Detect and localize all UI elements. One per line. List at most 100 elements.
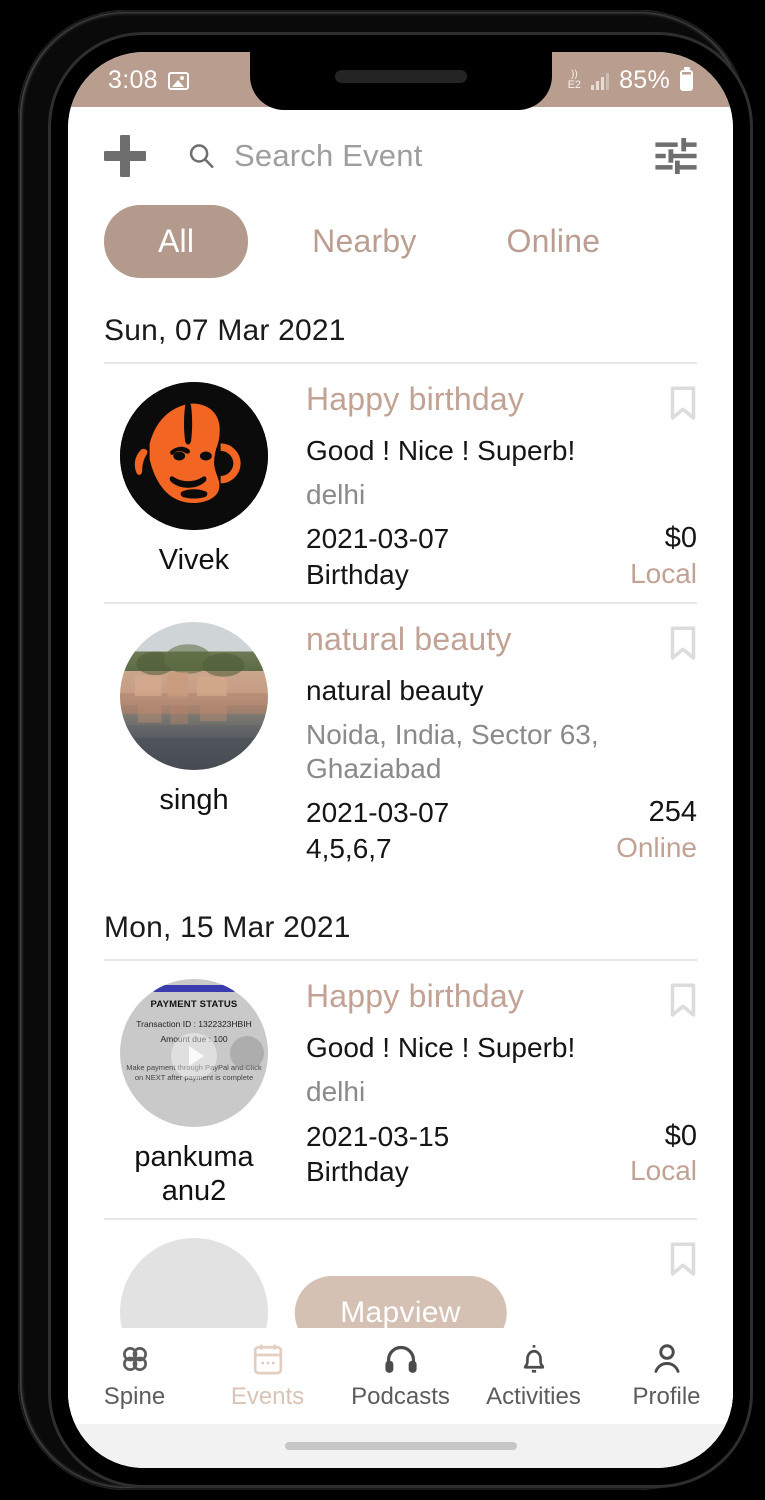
plus-icon[interactable] xyxy=(104,135,146,177)
event-title-row xyxy=(306,1238,697,1278)
event-date-price-row: 2021-03-15 $0 xyxy=(306,1120,697,1154)
payment-heading: PAYMENT STATUS xyxy=(150,999,238,1011)
event-date: 2021-03-07 xyxy=(306,797,450,829)
home-indicator-area xyxy=(68,1424,733,1468)
bookmark-icon[interactable] xyxy=(669,386,697,422)
phone-frame: 3:08 )) E2 85% Search Event All Nearby O… xyxy=(18,10,753,1490)
calendar-icon xyxy=(253,1342,283,1376)
nav-label-podcasts: Podcasts xyxy=(351,1382,450,1410)
tab-all[interactable]: All xyxy=(104,205,249,278)
event-location: Noida, India, Sector 63, Ghaziabad xyxy=(306,718,599,784)
event-price: $0 xyxy=(664,1119,697,1152)
event-card[interactable]: singh natural beauty natural beauty Noid… xyxy=(68,604,733,876)
network-label: E2 xyxy=(567,79,582,91)
event-description: Good ! Nice ! Superb! xyxy=(306,435,576,466)
filter-tabs: All Nearby Online xyxy=(68,199,733,278)
event-mode: Online xyxy=(616,831,697,863)
event-owner: singh xyxy=(159,783,229,816)
nav-item-spine[interactable]: Spine xyxy=(68,1342,201,1411)
status-bar-right: )) E2 85% xyxy=(568,66,693,95)
headphones-icon xyxy=(384,1342,418,1376)
event-category-mode-row: Birthday Local xyxy=(306,558,697,592)
event-title-row: Happy birthday xyxy=(306,979,697,1019)
event-mode: Local xyxy=(630,557,697,589)
event-location: delhi xyxy=(306,1076,366,1108)
image-icon xyxy=(167,71,189,90)
event-category: Birthday xyxy=(306,558,409,590)
signal-bars-icon xyxy=(591,72,610,90)
nav-item-events[interactable]: Events xyxy=(201,1342,334,1411)
event-date-price-row: 2021-03-07 $0 xyxy=(306,522,697,556)
event-mode: Local xyxy=(630,1155,697,1187)
spine-clover-icon xyxy=(118,1342,152,1376)
event-category: 4,5,6,7 xyxy=(306,832,392,864)
avatar: PAYMENT STATUS Transaction ID : 1322323H… xyxy=(120,979,268,1128)
event-location: delhi xyxy=(306,479,366,511)
status-time: 3:08 xyxy=(108,66,158,94)
person-icon xyxy=(652,1342,682,1376)
event-card[interactable]: PAYMENT STATUS Transaction ID : 1322323H… xyxy=(68,961,733,1218)
network-icon: )) E2 xyxy=(567,69,582,91)
nav-item-profile[interactable]: Profile xyxy=(600,1342,733,1411)
hanuman-illustration-icon xyxy=(120,382,268,530)
search-icon xyxy=(189,144,214,169)
nav-item-podcasts[interactable]: Podcasts xyxy=(334,1342,467,1411)
event-title: Happy birthday xyxy=(306,978,525,1015)
tab-nearby[interactable]: Nearby xyxy=(312,205,416,278)
avatar xyxy=(120,621,268,770)
event-owner: Vivek xyxy=(158,544,230,576)
landscape-photo-icon xyxy=(120,643,268,770)
event-date-price-row: 2021-03-07 254 xyxy=(306,796,697,830)
search-input[interactable]: Search Event xyxy=(234,138,423,174)
status-bar-left: 3:08 xyxy=(108,66,189,95)
date-header: Mon, 15 Mar 2021 xyxy=(104,911,351,945)
battery-percent: 85% xyxy=(619,66,670,94)
bell-icon xyxy=(520,1342,548,1376)
event-title-row: Happy birthday xyxy=(306,381,697,422)
event-details: Happy birthday Good ! Nice ! Superb! del… xyxy=(306,381,697,592)
payment-transaction: Transaction ID : 1322323HBIH xyxy=(136,1019,252,1030)
video-scrub-handle[interactable] xyxy=(230,1036,264,1071)
nav-label-spine: Spine xyxy=(103,1382,166,1410)
event-card[interactable]: Vivek Happy birthday Good ! Nice ! Super… xyxy=(68,364,733,602)
nav-label-activities: Activities xyxy=(486,1382,581,1410)
phone-screen: 3:08 )) E2 85% Search Event All Nearby O… xyxy=(68,52,733,1468)
bookmark-icon[interactable] xyxy=(669,626,697,662)
filter-icon[interactable] xyxy=(655,138,697,174)
nav-item-activities[interactable]: Activities xyxy=(467,1342,600,1411)
event-owner-block: singh xyxy=(104,621,284,866)
event-description: Good ! Nice ! Superb! xyxy=(306,1032,576,1064)
bookmark-icon[interactable] xyxy=(669,983,697,1019)
event-date: 2021-03-15 xyxy=(306,1120,450,1152)
event-title: natural beauty xyxy=(306,620,512,657)
event-category: Birthday xyxy=(306,1156,409,1188)
event-owner-block: Vivek xyxy=(104,382,284,592)
event-owner: pankuma anu2 xyxy=(134,1141,254,1207)
speaker-grille xyxy=(334,70,467,83)
event-description: natural beauty xyxy=(306,674,484,706)
tab-online[interactable]: Online xyxy=(507,205,601,278)
nav-label-profile: Profile xyxy=(632,1382,701,1410)
date-header: Sun, 07 Mar 2021 xyxy=(104,314,346,347)
bookmark-icon[interactable] xyxy=(669,1242,697,1278)
event-title-row: natural beauty xyxy=(306,620,697,662)
event-price: 254 xyxy=(648,796,697,829)
event-category-mode-row: Birthday Local xyxy=(306,1155,697,1189)
search-bar[interactable]: Search Event xyxy=(186,138,655,174)
play-icon[interactable] xyxy=(171,1033,217,1080)
event-details: natural beauty natural beauty Noida, Ind… xyxy=(306,620,697,866)
event-price: $0 xyxy=(664,522,697,555)
avatar xyxy=(120,382,268,530)
bottom-navigation: Spine Events Podcasts Activities Profile xyxy=(68,1328,733,1424)
battery-icon xyxy=(680,70,693,91)
event-owner-block: PAYMENT STATUS Transaction ID : 1322323H… xyxy=(104,979,284,1208)
notch xyxy=(249,52,552,110)
event-details: Happy birthday Good ! Nice ! Superb! del… xyxy=(306,979,697,1208)
payment-progress-bar xyxy=(152,985,236,993)
event-category-mode-row: 4,5,6,7 Online xyxy=(306,832,697,866)
home-indicator[interactable] xyxy=(284,1442,517,1450)
top-bar: Search Event xyxy=(68,107,733,199)
event-date: 2021-03-07 xyxy=(306,523,450,555)
event-title: Happy birthday xyxy=(306,381,525,417)
event-title xyxy=(306,1238,315,1273)
